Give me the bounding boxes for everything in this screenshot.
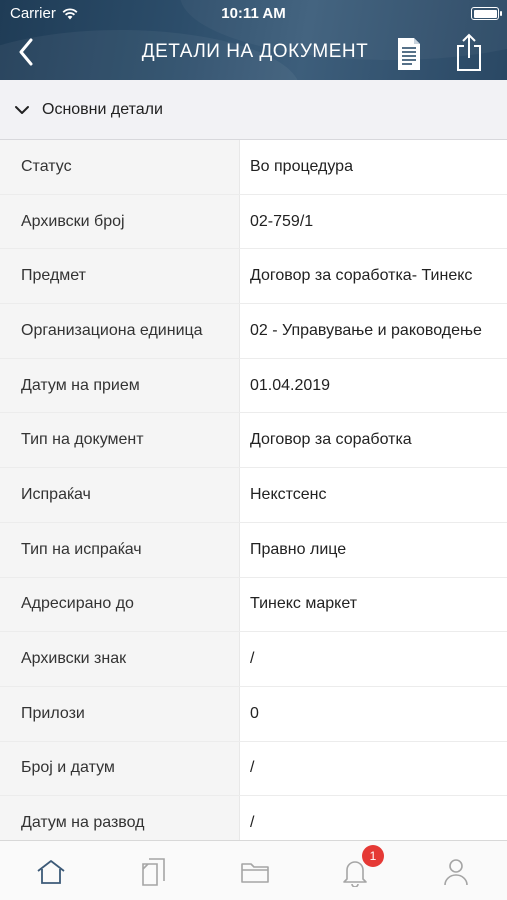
detail-value: Некстсенс bbox=[250, 485, 327, 503]
detail-value: / bbox=[250, 650, 255, 668]
document-button[interactable] bbox=[395, 36, 427, 72]
detail-value: / bbox=[250, 759, 255, 777]
detail-row-received-date: Датум на прием 01.04.2019 bbox=[0, 358, 507, 414]
detail-row-sender-type: Тип на испраќач Правно лице bbox=[0, 522, 507, 578]
back-chevron-icon bbox=[19, 38, 33, 66]
document-icon bbox=[398, 38, 420, 70]
tab-folders[interactable] bbox=[238, 855, 272, 889]
documents-icon bbox=[142, 858, 165, 886]
battery-icon bbox=[471, 7, 502, 20]
page-title: ДЕТАЛИ НА ДОКУМЕНТ bbox=[141, 41, 369, 62]
detail-label: Број и датум bbox=[0, 741, 240, 796]
detail-row-number-and-date: Број и датум / bbox=[0, 741, 507, 797]
tab-documents[interactable] bbox=[136, 855, 170, 889]
detail-value: Правно лице bbox=[250, 540, 347, 558]
app-header: Carrier 10:11 AM ДЕТАЛИ НА ДОКУМЕНТ bbox=[0, 0, 507, 80]
share-icon bbox=[457, 33, 481, 71]
detail-value: 02 - Управување и раководење bbox=[250, 321, 482, 339]
detail-label: Адресирано до bbox=[0, 577, 240, 632]
back-button[interactable] bbox=[8, 34, 44, 70]
detail-label: Предмет bbox=[0, 249, 240, 304]
detail-row-org-unit: Организациона единица 02 - Управување и … bbox=[0, 304, 507, 359]
tab-bar: 1 bbox=[0, 840, 507, 900]
section-toggle-basic-details[interactable]: Основни детали bbox=[0, 80, 507, 140]
detail-row-addressed-to: Адресирано до Тинекс маркет bbox=[0, 577, 507, 633]
notification-badge: 1 bbox=[362, 845, 384, 867]
share-button[interactable] bbox=[454, 32, 488, 72]
detail-label: Прилози bbox=[0, 686, 240, 741]
details-list: Статус Во процедура Архивски број 02-759… bbox=[0, 140, 507, 851]
status-bar: Carrier 10:11 AM bbox=[0, 0, 507, 26]
detail-label: Архивски знак bbox=[0, 632, 240, 686]
detail-label: Испраќач bbox=[0, 468, 240, 522]
detail-label: Датум на прием bbox=[0, 358, 240, 413]
navigation-bar: ДЕТАЛИ НА ДОКУМЕНТ bbox=[0, 26, 507, 80]
detail-value: Тинекс маркет bbox=[250, 595, 358, 613]
detail-label: Организациона единица bbox=[0, 304, 240, 358]
folder-icon bbox=[241, 863, 269, 883]
detail-row-document-type: Тип на документ Договор за соработка bbox=[0, 413, 507, 469]
detail-row-status: Статус Во процедура bbox=[0, 140, 507, 195]
detail-row-subject: Предмет Договор за соработка- Тинекс bbox=[0, 249, 507, 305]
home-icon bbox=[37, 860, 65, 884]
detail-row-sender: Испраќач Некстсенс bbox=[0, 468, 507, 523]
detail-value: Договор за соработка bbox=[250, 431, 412, 449]
detail-value: Во процедура bbox=[250, 157, 353, 175]
detail-value: 01.04.2019 bbox=[250, 376, 331, 394]
tab-profile[interactable] bbox=[439, 855, 473, 889]
clock: 10:11 AM bbox=[221, 5, 286, 22]
detail-value: 02-759/1 bbox=[250, 212, 314, 230]
detail-value: 0 bbox=[250, 704, 259, 722]
detail-value: Договор за соработка- Тинекс bbox=[250, 267, 473, 285]
detail-row-archive-number: Архивски број 02-759/1 bbox=[0, 194, 507, 250]
detail-label: Тип на документ bbox=[0, 413, 240, 468]
chevron-down-icon bbox=[15, 105, 29, 114]
tab-home[interactable] bbox=[34, 855, 68, 889]
detail-label: Статус bbox=[0, 140, 240, 194]
section-title: Основни детали bbox=[42, 100, 163, 118]
detail-label: Архивски број bbox=[0, 194, 240, 249]
user-icon bbox=[444, 859, 468, 886]
detail-row-archive-mark: Архивски знак / bbox=[0, 632, 507, 687]
detail-row-attachments: Прилози 0 bbox=[0, 686, 507, 742]
detail-label: Тип на испраќач bbox=[0, 522, 240, 577]
